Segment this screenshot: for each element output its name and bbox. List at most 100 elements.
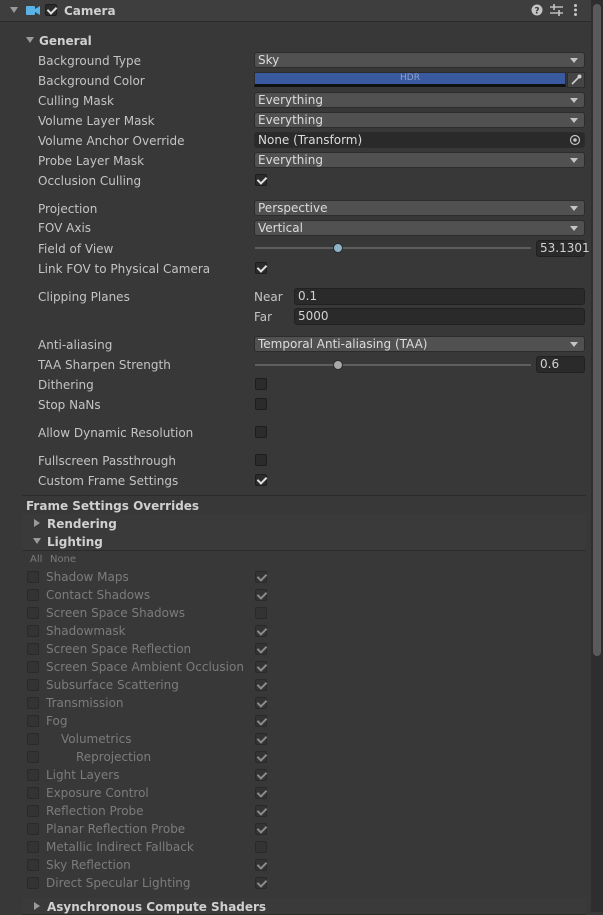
general-section-title[interactable]: General bbox=[39, 34, 92, 48]
lighting-setting-checkbox[interactable] bbox=[255, 733, 267, 745]
lighting-setting-checkbox[interactable] bbox=[255, 643, 267, 655]
lighting-setting-checkbox[interactable] bbox=[255, 841, 267, 853]
culling-mask-label: Culling Mask bbox=[38, 94, 114, 108]
lighting-setting-label: Reprojection bbox=[76, 750, 152, 764]
field-of-view-slider-track[interactable] bbox=[255, 247, 531, 249]
taa-sharpen-label: TAA Sharpen Strength bbox=[38, 358, 171, 372]
volume-anchor-override-field[interactable]: None (Transform) bbox=[254, 132, 585, 148]
lighting-setting-label: Screen Space Reflection bbox=[46, 642, 192, 656]
taa-sharpen-slider-track[interactable] bbox=[255, 364, 531, 366]
svg-text:?: ? bbox=[534, 7, 539, 17]
volume-layer-mask-dropdown[interactable]: Everything bbox=[254, 112, 585, 128]
lighting-setting-label: Fog bbox=[46, 714, 68, 728]
rendering-foldout-arrow-icon[interactable] bbox=[34, 519, 40, 527]
lighting-setting-checkbox[interactable] bbox=[255, 571, 267, 583]
custom-frame-settings-checkbox[interactable] bbox=[255, 474, 267, 486]
override-checkbox[interactable] bbox=[27, 823, 39, 835]
override-checkbox[interactable] bbox=[27, 715, 39, 727]
override-checkbox[interactable] bbox=[27, 607, 39, 619]
field-of-view-slider-thumb[interactable] bbox=[332, 243, 343, 253]
projection-dropdown[interactable]: Perspective bbox=[254, 200, 585, 216]
lighting-section-header[interactable] bbox=[22, 532, 586, 551]
fov-axis-dropdown[interactable]: Vertical bbox=[254, 220, 585, 236]
anti-aliasing-label: Anti-aliasing bbox=[38, 338, 113, 352]
override-checkbox[interactable] bbox=[27, 679, 39, 691]
lighting-foldout-arrow-icon[interactable] bbox=[33, 538, 41, 544]
preset-settings-icon[interactable] bbox=[550, 4, 563, 16]
override-checkbox[interactable] bbox=[27, 877, 39, 889]
lighting-setting-checkbox[interactable] bbox=[255, 805, 267, 817]
lighting-section-title[interactable]: Lighting bbox=[47, 535, 103, 549]
eyedropper-button[interactable] bbox=[567, 72, 585, 88]
rendering-section-title[interactable]: Rendering bbox=[47, 517, 117, 531]
near-clip-field[interactable]: 0.1 bbox=[294, 288, 585, 305]
lighting-setting-checkbox[interactable] bbox=[255, 823, 267, 835]
lighting-setting-checkbox[interactable] bbox=[255, 877, 267, 889]
probe-layer-mask-dropdown[interactable]: Everything bbox=[254, 152, 585, 168]
fullscreen-passthrough-checkbox[interactable] bbox=[255, 454, 267, 466]
help-icon[interactable]: ? bbox=[531, 4, 543, 16]
lighting-setting-checkbox[interactable] bbox=[255, 661, 267, 673]
stop-nans-checkbox[interactable] bbox=[255, 398, 267, 410]
lighting-setting-checkbox[interactable] bbox=[255, 859, 267, 871]
lighting-setting-checkbox[interactable] bbox=[255, 625, 267, 637]
dithering-checkbox[interactable] bbox=[255, 378, 267, 390]
lighting-setting-label: Sky Reflection bbox=[46, 858, 131, 872]
override-checkbox[interactable] bbox=[27, 733, 39, 745]
general-foldout-arrow-icon[interactable] bbox=[26, 37, 34, 43]
field-of-view-label: Field of View bbox=[38, 242, 114, 256]
projection-label: Projection bbox=[38, 202, 98, 216]
override-checkbox[interactable] bbox=[27, 697, 39, 709]
taa-sharpen-value[interactable]: 0.6 bbox=[536, 356, 585, 373]
lighting-setting-label: Exposure Control bbox=[46, 786, 149, 800]
override-checkbox[interactable] bbox=[27, 859, 39, 871]
anti-aliasing-dropdown[interactable]: Temporal Anti-aliasing (TAA) bbox=[254, 336, 585, 352]
stop-nans-label: Stop NaNs bbox=[38, 398, 101, 412]
fov-axis-label: FOV Axis bbox=[38, 221, 92, 235]
component-title: Camera bbox=[64, 4, 116, 18]
more-options-icon[interactable] bbox=[573, 3, 578, 17]
lighting-setting-checkbox[interactable] bbox=[255, 589, 267, 601]
occlusion-culling-checkbox[interactable] bbox=[255, 174, 267, 186]
lighting-setting-label: Subsurface Scattering bbox=[46, 678, 179, 692]
probe-layer-mask-label: Probe Layer Mask bbox=[38, 154, 145, 168]
near-label: Near bbox=[254, 290, 283, 304]
override-checkbox[interactable] bbox=[27, 787, 39, 799]
override-checkbox[interactable] bbox=[27, 571, 39, 583]
allow-dynamic-resolution-checkbox[interactable] bbox=[255, 426, 267, 438]
override-checkbox[interactable] bbox=[27, 589, 39, 601]
custom-frame-settings-label: Custom Frame Settings bbox=[38, 474, 179, 488]
object-picker-icon[interactable] bbox=[569, 134, 581, 146]
override-checkbox[interactable] bbox=[27, 625, 39, 637]
far-clip-field[interactable]: 5000 bbox=[294, 308, 585, 325]
background-type-label: Background Type bbox=[38, 54, 141, 68]
lighting-setting-checkbox[interactable] bbox=[255, 607, 267, 619]
scrollbar-thumb[interactable] bbox=[593, 4, 601, 656]
lighting-setting-label: Direct Specular Lighting bbox=[46, 876, 191, 890]
select-none-button[interactable]: None bbox=[50, 553, 76, 567]
override-checkbox[interactable] bbox=[27, 751, 39, 763]
link-fov-checkbox[interactable] bbox=[255, 262, 267, 274]
override-checkbox[interactable] bbox=[27, 643, 39, 655]
override-checkbox[interactable] bbox=[27, 805, 39, 817]
lighting-setting-checkbox[interactable] bbox=[255, 787, 267, 799]
override-checkbox[interactable] bbox=[27, 769, 39, 781]
component-enabled-checkbox[interactable] bbox=[45, 4, 57, 16]
lighting-setting-checkbox[interactable] bbox=[255, 769, 267, 781]
override-checkbox[interactable] bbox=[27, 661, 39, 673]
taa-sharpen-slider-thumb[interactable] bbox=[332, 360, 343, 370]
lighting-setting-checkbox[interactable] bbox=[255, 679, 267, 691]
lighting-setting-checkbox[interactable] bbox=[255, 715, 267, 727]
field-of-view-value[interactable]: 53.1301 bbox=[536, 240, 590, 257]
background-color-swatch[interactable]: HDR bbox=[254, 72, 566, 87]
select-all-button[interactable]: All bbox=[30, 553, 42, 567]
collapse-arrow-icon[interactable] bbox=[10, 7, 18, 13]
lighting-setting-checkbox[interactable] bbox=[255, 751, 267, 763]
culling-mask-dropdown[interactable]: Everything bbox=[254, 92, 585, 108]
async-compute-foldout-arrow-icon[interactable] bbox=[34, 902, 40, 910]
override-checkbox[interactable] bbox=[27, 841, 39, 853]
background-type-dropdown[interactable]: Sky bbox=[254, 52, 585, 68]
camera-icon bbox=[26, 6, 40, 15]
far-label: Far bbox=[254, 310, 273, 324]
lighting-setting-checkbox[interactable] bbox=[255, 697, 267, 709]
